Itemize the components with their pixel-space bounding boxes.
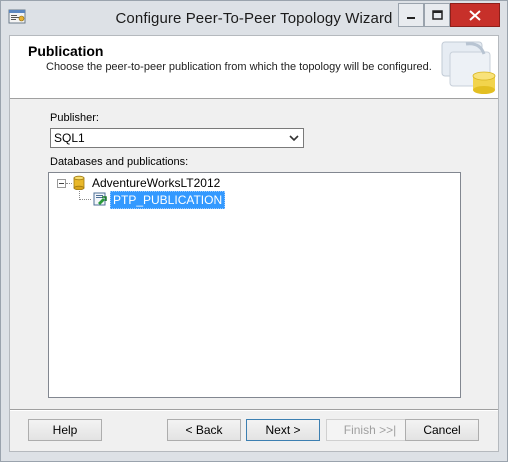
wizard-window: Configure Peer-To-Peer Topology Wizard P… — [0, 0, 508, 462]
wizard-body: Publication Choose the peer-to-peer publ… — [9, 35, 499, 452]
database-icon — [73, 175, 85, 190]
close-button[interactable] — [450, 3, 500, 27]
back-button[interactable]: < Back — [167, 419, 241, 441]
publisher-select[interactable]: SQL1 — [50, 128, 304, 148]
replication-graphic-icon — [441, 41, 496, 94]
tree-connector — [66, 183, 72, 184]
page-subtitle: Choose the peer-to-peer publication from… — [46, 61, 432, 73]
databases-label: Databases and publications: — [50, 156, 189, 168]
next-button[interactable]: Next > — [246, 419, 320, 441]
wizard-header: Publication Choose the peer-to-peer publ… — [10, 36, 498, 99]
databases-tree[interactable]: AdventureWorksLT2012 PTP_PUBLICATION — [48, 172, 461, 398]
minus-icon — [59, 183, 64, 184]
chevron-down-icon[interactable] — [289, 134, 299, 142]
tree-item-publication[interactable]: PTP_PUBLICATION — [110, 191, 226, 209]
cancel-button[interactable]: Cancel — [405, 419, 479, 441]
minimize-icon — [407, 17, 415, 19]
maximize-button[interactable] — [424, 3, 450, 27]
tree-item-database[interactable]: AdventureWorksLT2012 — [92, 176, 220, 190]
tree-connector — [79, 199, 91, 200]
publisher-label: Publisher: — [50, 112, 99, 124]
publisher-value: SQL1 — [54, 131, 85, 145]
publication-icon — [93, 192, 107, 206]
maximize-icon — [431, 10, 443, 20]
title-bar[interactable]: Configure Peer-To-Peer Topology Wizard — [1, 1, 507, 35]
minimize-button[interactable] — [398, 3, 424, 27]
help-button[interactable]: Help — [28, 419, 102, 441]
collapse-toggle[interactable] — [57, 179, 66, 188]
close-icon — [469, 9, 481, 21]
footer-divider — [10, 409, 498, 411]
finish-button[interactable]: Finish >>| — [326, 419, 414, 441]
page-title: Publication — [28, 43, 104, 59]
